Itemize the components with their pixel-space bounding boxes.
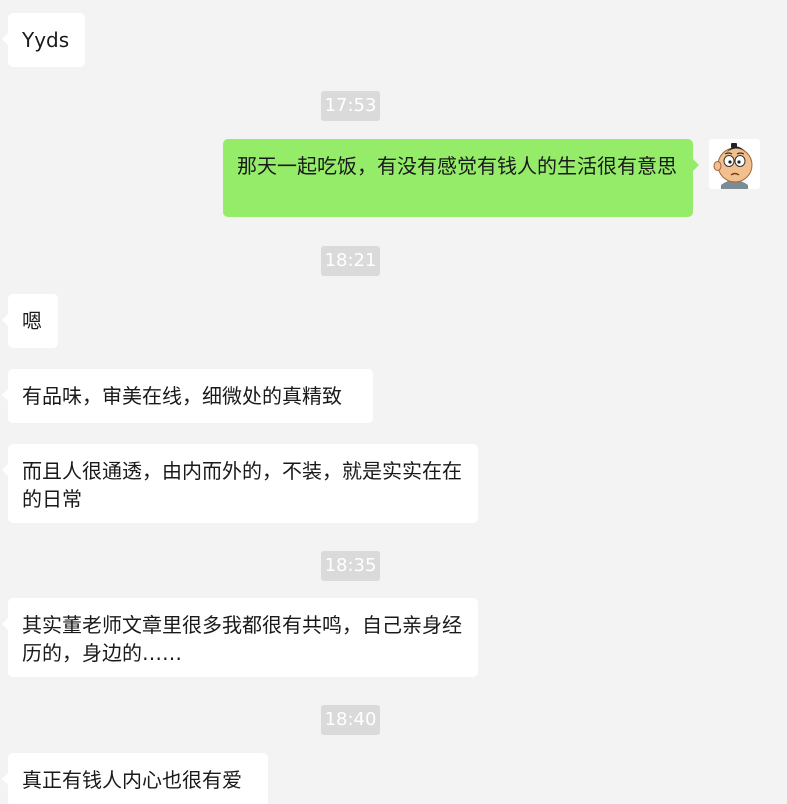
message-bubble-incoming[interactable]: 有品味，审美在线，细微处的真精致 [2, 369, 373, 423]
message-text: 而且人很通透，由内而外的，不装，就是实实在在的日常 [22, 459, 462, 511]
timestamp: 18:21 [321, 246, 380, 276]
message-text: 真正有钱人内心也很有爱 [22, 768, 242, 792]
message-text: 嗯 [22, 309, 42, 333]
message-bubble-incoming[interactable]: 真正有钱人内心也很有爱 [2, 753, 268, 804]
message-bubble-incoming[interactable]: 嗯 [2, 294, 58, 348]
message-bubble-incoming[interactable]: 其实董老师文章里很多我都很有共鸣，自己亲身经历的，身边的…… [2, 598, 478, 677]
message-text: Yyds [22, 28, 70, 52]
cartoon-boy-avatar-icon [709, 139, 760, 189]
message-bubble-incoming[interactable]: 而且人很通透，由内而外的，不装，就是实实在在的日常 [2, 444, 478, 523]
message-text: 有品味，审美在线，细微处的真精致 [22, 384, 342, 408]
message-text: 其实董老师文章里很多我都很有共鸣，自己亲身经历的，身边的…… [22, 613, 462, 665]
timestamp: 17:53 [321, 91, 380, 121]
timestamp: 18:40 [321, 705, 380, 735]
message-bubble-outgoing[interactable]: 那天一起吃饭，有没有感觉有钱人的生活很有意思 [223, 139, 699, 217]
chat-area: Yyds 17:53 那天一起吃饭，有没有感觉有钱人的生活很有意思 18:21 … [0, 0, 787, 804]
message-bubble-incoming[interactable]: Yyds [2, 13, 85, 67]
avatar[interactable] [709, 139, 760, 189]
message-text: 那天一起吃饭，有没有感觉有钱人的生活很有意思 [237, 154, 677, 178]
timestamp: 18:35 [321, 551, 380, 581]
